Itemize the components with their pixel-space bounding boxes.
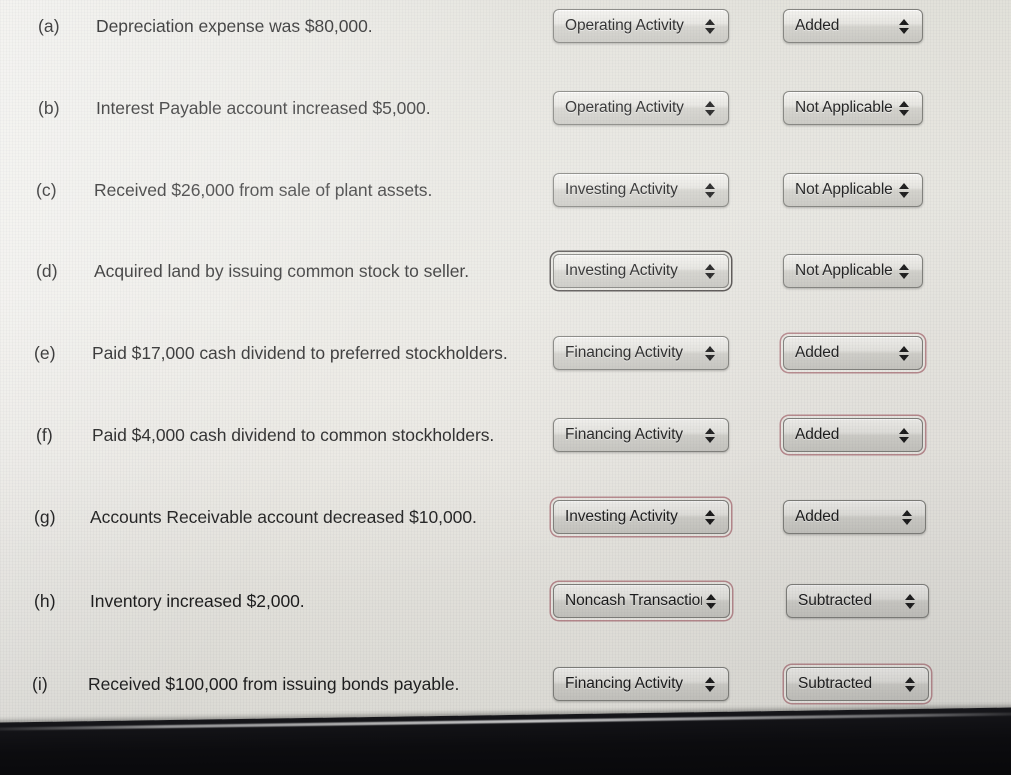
up-down-stepper-icon[interactable] bbox=[895, 424, 912, 446]
activity-select[interactable]: Investing Activity bbox=[553, 500, 729, 534]
up-down-stepper-icon[interactable] bbox=[901, 590, 918, 612]
question-letter: (e) bbox=[34, 342, 56, 363]
up-down-stepper-icon[interactable] bbox=[895, 260, 912, 282]
effect-select-value: Not Applicable bbox=[795, 99, 893, 116]
effect-select-value: Not Applicable bbox=[795, 181, 893, 198]
up-down-stepper-icon[interactable] bbox=[702, 590, 719, 612]
question-text: Received $26,000 from sale of plant asse… bbox=[94, 179, 433, 200]
activity-select-value: Operating Activity bbox=[565, 17, 684, 34]
photographed-screen: (a) Depreciation expense was $80,000. Op… bbox=[0, 0, 1011, 775]
effect-select-value: Added bbox=[795, 344, 840, 361]
question-row: (c) Received $26,000 from sale of plant … bbox=[0, 168, 1011, 212]
up-down-stepper-icon[interactable] bbox=[701, 15, 718, 37]
activity-select-value: Operating Activity bbox=[565, 99, 684, 116]
up-down-stepper-icon[interactable] bbox=[898, 506, 915, 528]
activity-select-value: Financing Activity bbox=[565, 426, 683, 443]
question-text: Inventory increased $2,000. bbox=[90, 590, 305, 611]
activity-select[interactable]: Operating Activity bbox=[553, 9, 729, 43]
effect-select[interactable]: Added bbox=[783, 418, 923, 452]
up-down-stepper-icon[interactable] bbox=[701, 506, 718, 528]
up-down-stepper-icon[interactable] bbox=[895, 97, 912, 119]
up-down-stepper-icon[interactable] bbox=[901, 673, 918, 695]
question-letter: (g) bbox=[34, 506, 56, 527]
activity-select-value: Noncash Transaction bbox=[565, 592, 702, 609]
activity-select-value: Financing Activity bbox=[565, 344, 683, 361]
effect-select[interactable]: Not Applicable bbox=[783, 254, 923, 288]
effect-select-value: Added bbox=[795, 17, 840, 34]
activity-select[interactable]: Investing Activity bbox=[553, 254, 729, 288]
up-down-stepper-icon[interactable] bbox=[701, 673, 718, 695]
activity-select[interactable]: Investing Activity bbox=[553, 173, 729, 207]
effect-select-value: Not Applicable bbox=[795, 262, 893, 279]
activity-select[interactable]: Noncash Transaction bbox=[553, 584, 730, 618]
question-text: Acquired land by issuing common stock to… bbox=[94, 260, 470, 281]
activity-select[interactable]: Operating Activity bbox=[553, 91, 729, 125]
question-row: (f) Paid $4,000 cash dividend to common … bbox=[0, 413, 1011, 457]
effect-select-value: Added bbox=[795, 426, 840, 443]
up-down-stepper-icon[interactable] bbox=[895, 15, 912, 37]
effect-select[interactable]: Added bbox=[783, 336, 923, 370]
question-letter: (a) bbox=[38, 15, 60, 36]
question-letter: (f) bbox=[36, 424, 53, 445]
question-row: (a) Depreciation expense was $80,000. Op… bbox=[0, 4, 1011, 48]
question-text: Paid $4,000 cash dividend to common stoc… bbox=[92, 424, 495, 445]
activity-select[interactable]: Financing Activity bbox=[553, 667, 729, 701]
question-letter: (i) bbox=[32, 673, 48, 694]
effect-select[interactable]: Not Applicable bbox=[783, 91, 923, 125]
question-row: (d) Acquired land by issuing common stoc… bbox=[0, 249, 1011, 293]
question-text: Depreciation expense was $80,000. bbox=[96, 15, 373, 36]
up-down-stepper-icon[interactable] bbox=[701, 424, 718, 446]
up-down-stepper-icon[interactable] bbox=[701, 179, 718, 201]
effect-select-value: Subtracted bbox=[798, 592, 872, 609]
up-down-stepper-icon[interactable] bbox=[701, 97, 718, 119]
activity-select-value: Investing Activity bbox=[565, 508, 678, 525]
effect-select[interactable]: Subtracted bbox=[786, 667, 929, 701]
question-letter: (d) bbox=[36, 260, 58, 281]
effect-select[interactable]: Added bbox=[783, 500, 926, 534]
effect-select[interactable]: Added bbox=[783, 9, 923, 43]
up-down-stepper-icon[interactable] bbox=[895, 342, 912, 364]
effect-select-value: Added bbox=[795, 508, 840, 525]
question-text: Accounts Receivable account decreased $1… bbox=[90, 506, 477, 527]
effect-select-value: Subtracted bbox=[798, 675, 872, 692]
up-down-stepper-icon[interactable] bbox=[895, 179, 912, 201]
effect-select[interactable]: Subtracted bbox=[786, 584, 929, 618]
question-letter: (c) bbox=[36, 179, 57, 200]
cash-flow-classification-worksheet: (a) Depreciation expense was $80,000. Op… bbox=[0, 0, 1011, 775]
question-text: Received $100,000 from issuing bonds pay… bbox=[88, 673, 460, 694]
up-down-stepper-icon[interactable] bbox=[701, 342, 718, 364]
question-row: (i) Received $100,000 from issuing bonds… bbox=[0, 662, 1011, 706]
question-row: (b) Interest Payable account increased $… bbox=[0, 86, 1011, 130]
activity-select-value: Investing Activity bbox=[565, 262, 678, 279]
activity-select-value: Investing Activity bbox=[565, 181, 678, 198]
question-text: Paid $17,000 cash dividend to preferred … bbox=[92, 342, 508, 363]
activity-select-value: Financing Activity bbox=[565, 675, 683, 692]
question-letter: (h) bbox=[34, 590, 56, 611]
question-letter: (b) bbox=[38, 97, 60, 118]
effect-select[interactable]: Not Applicable bbox=[783, 173, 923, 207]
question-row: (h) Inventory increased $2,000. Noncash … bbox=[0, 579, 1011, 623]
question-text: Interest Payable account increased $5,00… bbox=[96, 97, 431, 118]
up-down-stepper-icon[interactable] bbox=[701, 260, 718, 282]
activity-select[interactable]: Financing Activity bbox=[553, 336, 729, 370]
question-row: (e) Paid $17,000 cash dividend to prefer… bbox=[0, 331, 1011, 375]
activity-select[interactable]: Financing Activity bbox=[553, 418, 729, 452]
question-row: (g) Accounts Receivable account decrease… bbox=[0, 495, 1011, 539]
